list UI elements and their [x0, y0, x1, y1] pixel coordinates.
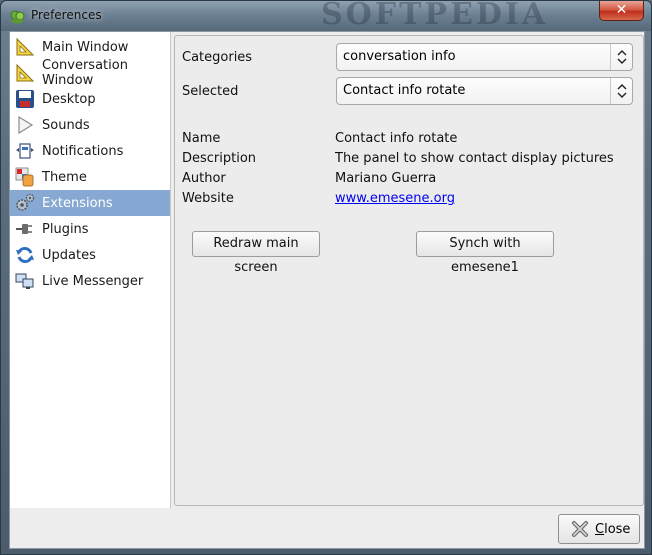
sidebar-item-label: Extensions	[42, 195, 113, 211]
sidebar-item-extensions[interactable]: Extensions	[10, 190, 170, 216]
synch-button[interactable]: Synch with emesene1	[416, 231, 554, 275]
category-sidebar: Main Window Conversation Window Desktop …	[10, 32, 171, 508]
window-close-button[interactable]: ✕	[599, 1, 644, 21]
notification-icon	[14, 140, 36, 162]
ruler-triangle-icon	[14, 62, 36, 84]
description-value: The panel to show contact display pictur…	[335, 151, 614, 166]
name-value: Contact info rotate	[335, 131, 458, 146]
categories-value: conversation info	[343, 49, 456, 64]
sidebar-item-label: Updates	[42, 247, 96, 263]
categories-combobox[interactable]: conversation info	[336, 43, 633, 71]
updown-arrow-icon	[610, 78, 632, 104]
sidebar-item-label: Sounds	[42, 117, 90, 133]
sidebar-item-sounds[interactable]: Sounds	[10, 112, 170, 138]
ruler-triangle-icon	[14, 36, 36, 58]
sidebar-item-main-window[interactable]: Main Window	[10, 34, 170, 60]
title-bar[interactable]: SOFTPEDIA Preferences ✕	[1, 1, 651, 31]
refresh-icon	[14, 244, 36, 266]
author-label: Author	[182, 171, 226, 186]
plug-icon	[14, 218, 36, 240]
sidebar-item-label: Live Messenger	[42, 273, 144, 289]
close-button[interactable]: Close	[558, 514, 640, 544]
sidebar-item-label: Conversation Window	[42, 58, 128, 88]
updown-arrow-icon	[610, 44, 632, 70]
sidebar-item-updates[interactable]: Updates	[10, 242, 170, 268]
selected-value: Contact info rotate	[343, 83, 466, 98]
sidebar-item-label: Plugins	[42, 221, 89, 237]
watermark: SOFTPEDIA	[321, 1, 549, 31]
sidebar-item-label: Theme	[42, 169, 87, 185]
play-icon	[14, 114, 36, 136]
close-icon	[572, 521, 588, 537]
author-value: Mariano Guerra	[335, 171, 437, 186]
selected-label: Selected	[182, 84, 239, 99]
gears-icon	[14, 192, 36, 214]
sidebar-item-theme[interactable]: Theme	[10, 164, 170, 190]
redraw-main-screen-button[interactable]: Redraw main screen	[192, 231, 320, 275]
preferences-window: SOFTPEDIA Preferences ✕ Main Window Conv…	[0, 0, 652, 555]
sidebar-item-live-messenger[interactable]: Live Messenger	[10, 268, 170, 294]
sidebar-item-desktop[interactable]: Desktop	[10, 86, 170, 112]
sidebar-item-notifications[interactable]: Notifications	[10, 138, 170, 164]
sidebar-item-label: Notifications	[42, 143, 124, 159]
name-label: Name	[182, 131, 221, 146]
categories-label: Categories	[182, 50, 253, 65]
client-area: Main Window Conversation Window Desktop …	[9, 31, 645, 549]
website-link[interactable]: www.emesene.org	[335, 191, 455, 206]
window-title: Preferences	[31, 8, 102, 22]
floppy-disk-icon	[14, 88, 36, 110]
selected-combobox[interactable]: Contact info rotate	[336, 77, 633, 105]
description-label: Description	[182, 151, 257, 166]
close-button-label: Close	[595, 521, 631, 537]
computers-icon	[14, 270, 36, 292]
theme-icon	[14, 166, 36, 188]
sidebar-item-plugins[interactable]: Plugins	[10, 216, 170, 242]
sidebar-item-conversation-window[interactable]: Conversation Window	[10, 58, 170, 88]
sidebar-item-label: Main Window	[42, 39, 129, 55]
extensions-panel: Categories conversation info Selected Co…	[174, 35, 644, 506]
website-label: Website	[182, 191, 234, 206]
app-icon	[10, 10, 25, 24]
sidebar-item-label: Desktop	[42, 91, 96, 107]
